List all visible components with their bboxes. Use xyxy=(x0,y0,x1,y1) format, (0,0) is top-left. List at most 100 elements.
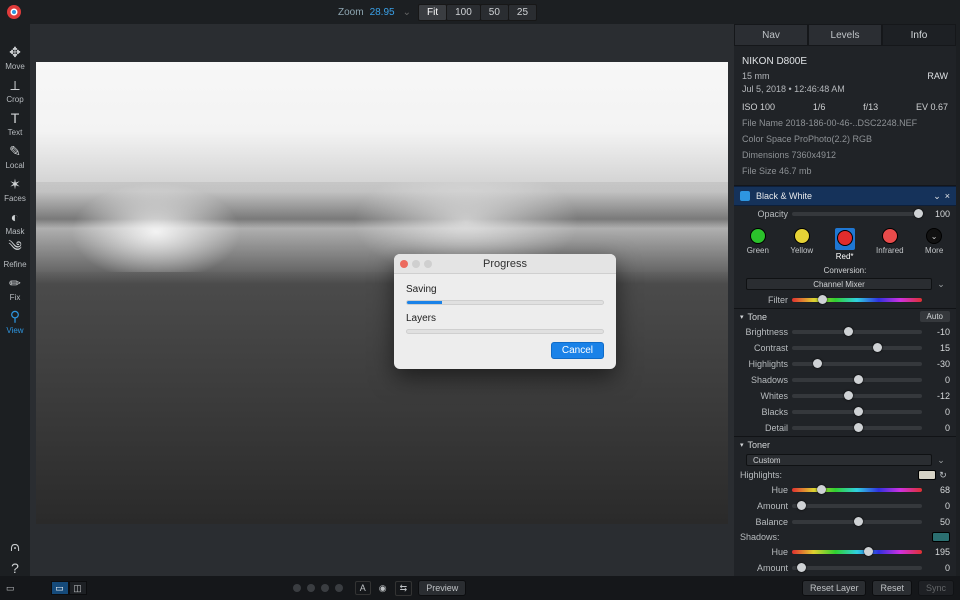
opacity-slider[interactable]: Opacity 100 xyxy=(734,206,956,222)
tool-view[interactable]: ⚲View xyxy=(0,308,30,335)
zoom-dropdown-icon[interactable]: ⌄ xyxy=(403,7,411,18)
local-icon: ✎ xyxy=(9,143,21,159)
left-toolbar: ✥Move ⟂Crop TText ✎Local ✶Faces ◐Mask ༄R… xyxy=(0,24,30,576)
aperture-value: f/13 xyxy=(863,101,878,115)
hi-amount-slider[interactable]: Amount0 xyxy=(734,498,956,514)
tool-move[interactable]: ✥Move xyxy=(0,44,30,71)
view-icon: ⚲ xyxy=(10,308,20,324)
swatch-yellow[interactable]: Yellow xyxy=(790,228,813,261)
conversion-label: Conversion: xyxy=(734,263,956,276)
tool-fix[interactable]: ✏Fix xyxy=(0,275,30,302)
close-adjustment-icon[interactable]: × xyxy=(945,191,950,201)
label-a-button[interactable]: A xyxy=(355,581,371,595)
hi-hue-slider[interactable]: Hue68 xyxy=(734,482,956,498)
circle-icon[interactable]: ◉ xyxy=(379,583,387,594)
people-icon: ⩀ xyxy=(10,538,20,554)
zoom-window-icon xyxy=(424,260,432,268)
tab-levels[interactable]: Levels xyxy=(808,24,882,46)
tool-refine[interactable]: ༄Refine xyxy=(0,242,30,269)
swatch-green[interactable]: Green xyxy=(747,228,769,261)
progress-bar-layers xyxy=(406,329,604,334)
adjustment-title: Black & White xyxy=(756,191,933,201)
adjustment-header[interactable]: Black & White ⌄ × xyxy=(734,186,956,206)
refine-icon: ༄ xyxy=(8,242,21,258)
highlight-color-swatch[interactable] xyxy=(918,470,936,480)
tab-info[interactable]: Info xyxy=(882,24,956,46)
tone-whites-slider[interactable]: Whites-12 xyxy=(734,388,956,404)
conversion-method-select[interactable]: Channel Mixer⌄ xyxy=(734,276,956,292)
tool-text[interactable]: TText xyxy=(0,110,30,137)
dot-2[interactable] xyxy=(307,584,315,592)
toner-preset-select[interactable]: Custom⌄ xyxy=(734,452,956,468)
swatch-more[interactable]: ⌄More xyxy=(925,228,943,261)
dot-4[interactable] xyxy=(335,584,343,592)
compare-arrows-icon[interactable]: ⇆ xyxy=(395,581,413,596)
zoom-100-button[interactable]: 100 xyxy=(446,4,481,21)
swatch-red[interactable]: Red* xyxy=(835,228,855,261)
tool-local[interactable]: ✎Local xyxy=(0,143,30,170)
people-button[interactable]: ⩀ xyxy=(0,538,30,554)
cancel-button[interactable]: Cancel xyxy=(551,342,604,359)
sync-button[interactable]: Sync xyxy=(918,580,954,596)
image-canvas-area[interactable]: Progress Saving Layers Cancel xyxy=(30,24,734,576)
tone-detail-slider[interactable]: Detail0 xyxy=(734,420,956,436)
minimize-icon xyxy=(412,260,420,268)
tone-section[interactable]: ▾ToneAuto xyxy=(734,308,956,324)
progress-dialog: Progress Saving Layers Cancel xyxy=(394,254,616,369)
reset-layer-button[interactable]: Reset Layer xyxy=(802,580,867,596)
progress-label-saving: Saving xyxy=(406,284,604,295)
zoom-50-button[interactable]: 50 xyxy=(480,4,509,21)
file-size: File Size 46.7 mb xyxy=(742,165,948,179)
dot-3[interactable] xyxy=(321,584,329,592)
preview-button[interactable]: Preview xyxy=(418,580,466,596)
file-format: RAW xyxy=(927,70,948,84)
highlights-label-row: Highlights:↻ xyxy=(734,468,956,482)
close-icon[interactable] xyxy=(400,260,408,268)
shadows-label-row: Shadows: xyxy=(734,530,956,544)
zoom-value[interactable]: 28.95 xyxy=(370,7,395,18)
tone-contrast-slider[interactable]: Contrast15 xyxy=(734,340,956,356)
iso-value: ISO 100 xyxy=(742,101,775,115)
shutter-value: 1/6 xyxy=(813,101,826,115)
help-button[interactable]: ? xyxy=(0,560,30,576)
tool-crop[interactable]: ⟂Crop xyxy=(0,77,30,104)
progress-label-layers: Layers xyxy=(406,313,604,324)
zoom-25-button[interactable]: 25 xyxy=(508,4,537,21)
compare-a-button[interactable]: ▭ xyxy=(51,581,69,595)
tab-nav[interactable]: Nav xyxy=(734,24,808,46)
sh-hue-slider[interactable]: Hue195 xyxy=(734,544,956,560)
single-view-icon[interactable]: ▭ xyxy=(6,583,15,594)
toner-section[interactable]: ▾Toner xyxy=(734,436,956,452)
sh-amount-slider[interactable]: Amount0 xyxy=(734,560,956,576)
tool-faces[interactable]: ✶Faces xyxy=(0,176,30,203)
info-block: NIKON D800E 15 mmRAW Jul 5, 2018 • 12:46… xyxy=(734,46,956,186)
filter-slider[interactable]: Filter xyxy=(734,292,956,308)
chevron-down-icon[interactable]: ⌄ xyxy=(933,191,941,202)
dimensions: Dimensions 7360x4912 xyxy=(742,149,948,163)
shadow-color-swatch[interactable] xyxy=(932,532,950,542)
crop-icon: ⟂ xyxy=(10,77,19,93)
window-titlebar: Zoom 28.95 ⌄ Fit 100 50 25 xyxy=(0,0,960,24)
tone-shadows-slider[interactable]: Shadows0 xyxy=(734,372,956,388)
file-name: File Name 2018-186-00-46-..DSC2248.NEF xyxy=(742,117,948,131)
focal-length: 15 mm xyxy=(742,71,770,81)
camera-model: NIKON D800E xyxy=(742,54,948,70)
text-icon: T xyxy=(11,110,20,126)
adjustment-toggle[interactable] xyxy=(740,191,750,201)
reset-icon[interactable]: ↻ xyxy=(936,470,950,481)
tone-blacks-slider[interactable]: Blacks0 xyxy=(734,404,956,420)
balance-slider[interactable]: Balance50 xyxy=(734,514,956,530)
dot-1[interactable] xyxy=(293,584,301,592)
compare-b-button[interactable]: ◫ xyxy=(69,581,87,595)
reset-button[interactable]: Reset xyxy=(872,580,912,596)
faces-icon: ✶ xyxy=(9,176,21,192)
tone-highlights-slider[interactable]: Highlights-30 xyxy=(734,356,956,372)
auto-tone-button[interactable]: Auto xyxy=(920,311,950,322)
right-rail: ⊞Browse ≡Edit ⤢Resize ∞Share ⇪Export xyxy=(956,24,960,576)
swatch-infrared[interactable]: Infrared xyxy=(876,228,904,261)
help-icon: ? xyxy=(11,560,19,576)
tone-brightness-slider[interactable]: Brightness-10 xyxy=(734,324,956,340)
right-panel: Nav Levels Info NIKON D800E 15 mmRAW Jul… xyxy=(734,24,956,576)
footer-bar: ▭ ▭ ◫ A ◉ ⇆ Preview Reset Layer Reset Sy… xyxy=(0,576,960,600)
zoom-fit-button[interactable]: Fit xyxy=(418,4,447,21)
